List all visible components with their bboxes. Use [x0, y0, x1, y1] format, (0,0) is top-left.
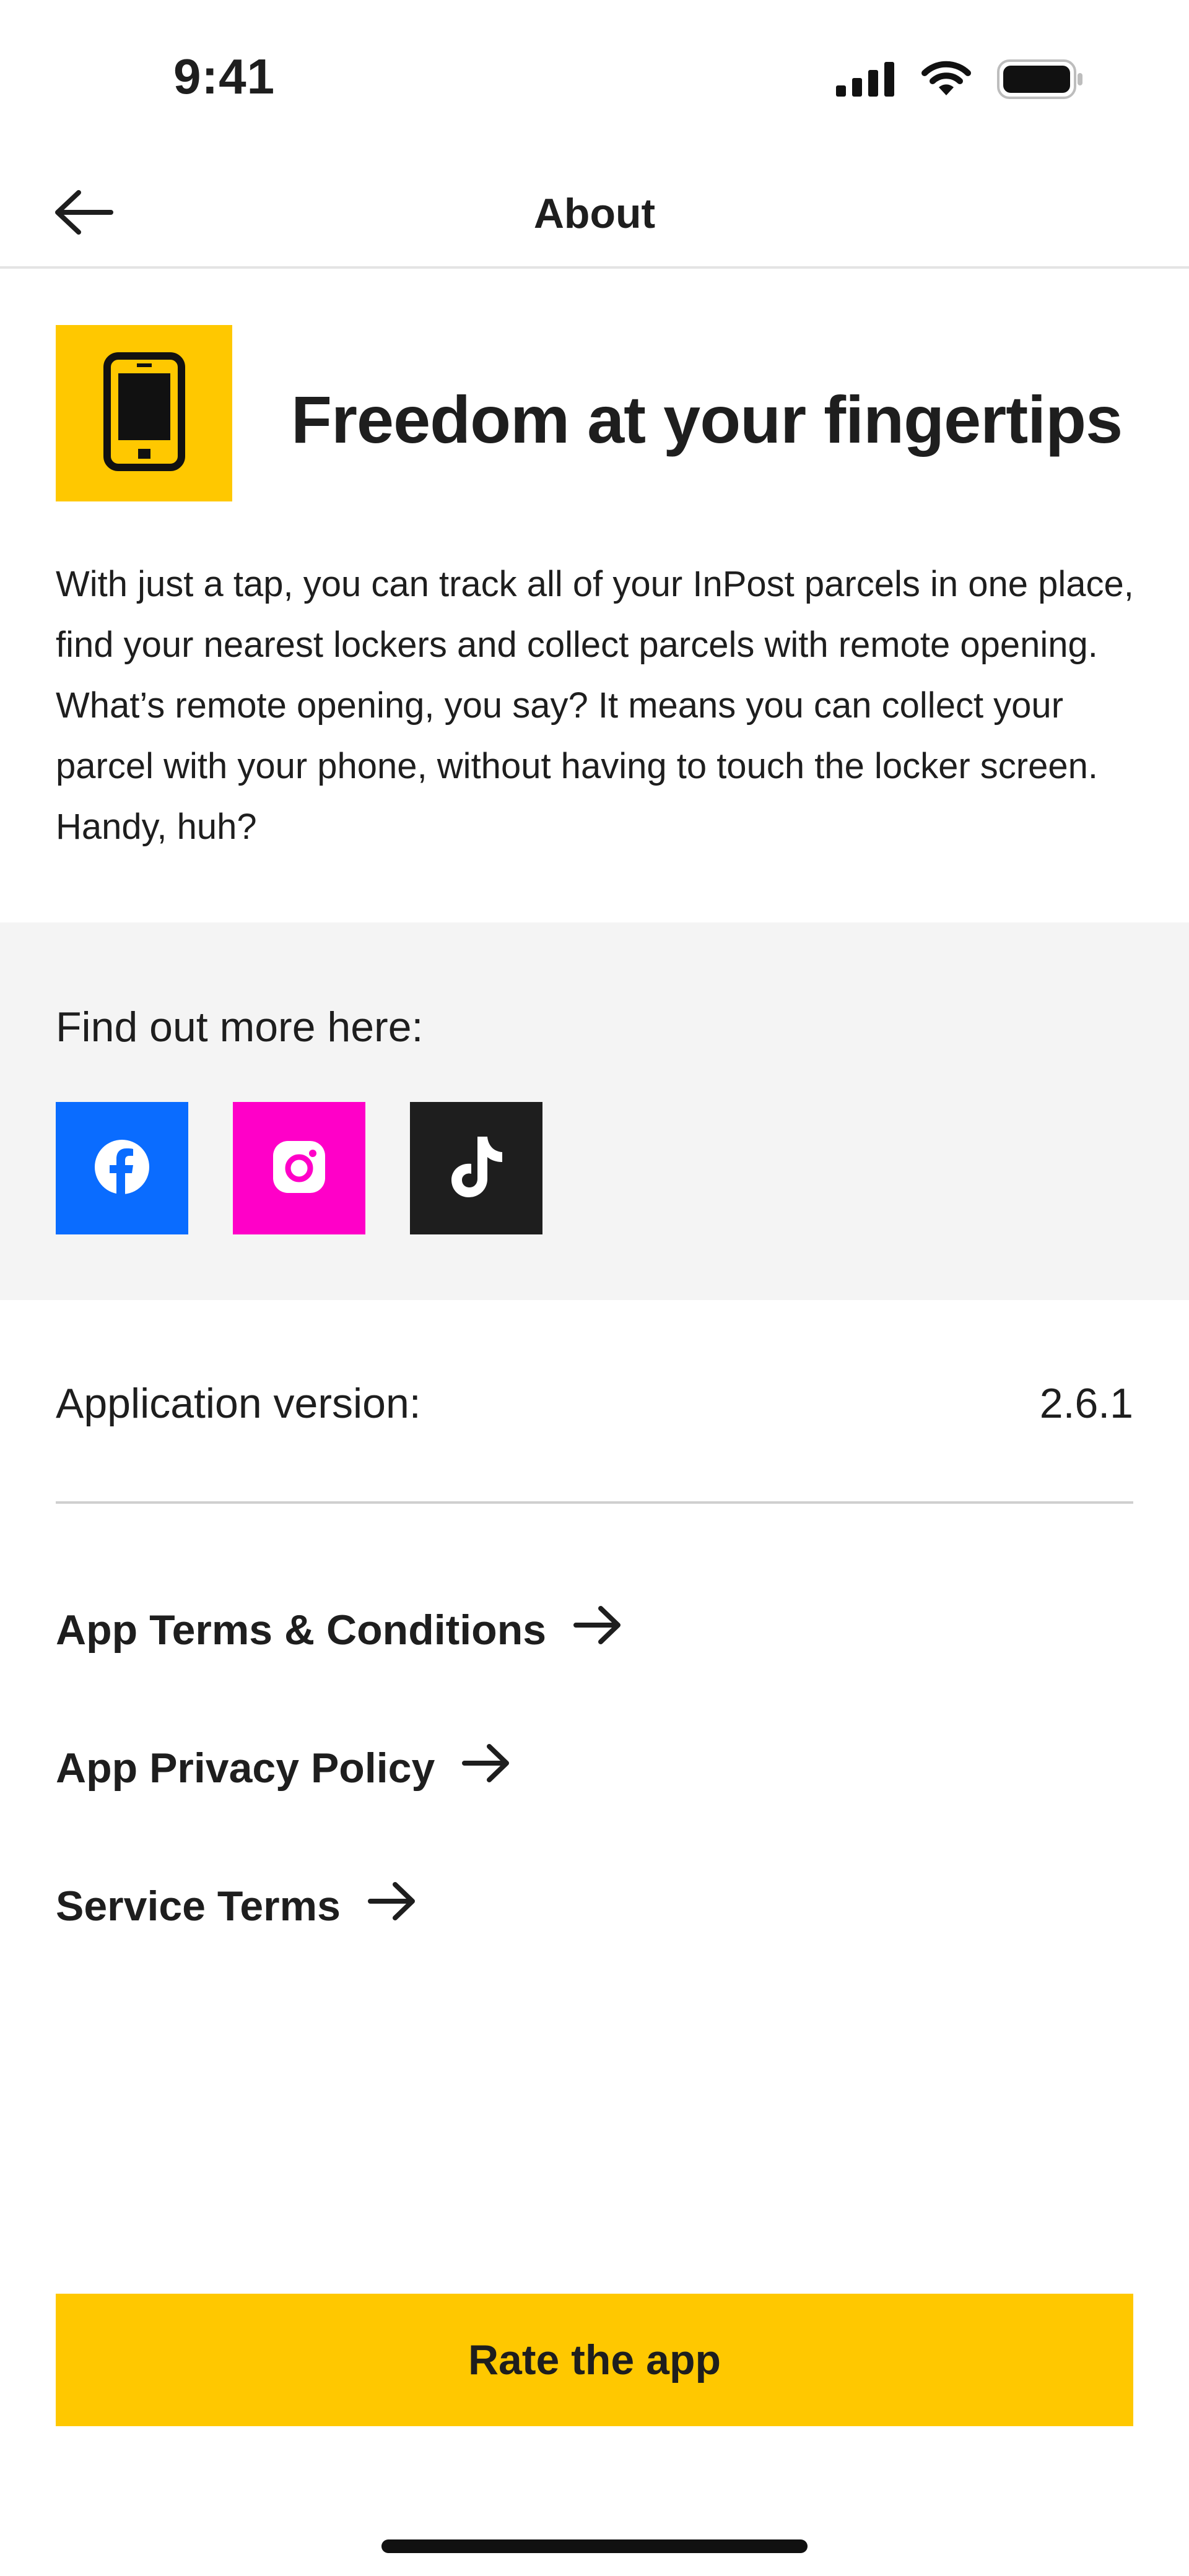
back-button[interactable]	[50, 180, 118, 248]
arrow-right-icon	[573, 1603, 623, 1657]
hero-title: Freedom at your fingertips	[291, 382, 1123, 457]
battery-icon	[997, 59, 1084, 102]
link-label: Service Terms	[56, 1883, 341, 1930]
phone-icon	[101, 350, 188, 477]
tiktok-button[interactable]	[410, 1102, 542, 1234]
app-terms-link[interactable]: App Terms & Conditions	[56, 1603, 623, 1657]
arrow-right-icon	[367, 1880, 417, 1933]
social-label: Find out more here:	[56, 1004, 424, 1051]
status-time: 9:41	[173, 49, 276, 104]
hero-description: With just a tap, you can track all of yo…	[56, 564, 1134, 847]
instagram-button[interactable]	[233, 1102, 365, 1234]
hero-phone-badge	[56, 325, 232, 501]
wifi-icon	[920, 61, 972, 101]
facebook-icon	[92, 1137, 152, 1200]
rate-app-button[interactable]: Rate the app	[56, 2294, 1133, 2426]
arrow-left-icon	[53, 188, 115, 240]
social-links	[56, 1102, 542, 1234]
app-privacy-link[interactable]: App Privacy Policy	[56, 1741, 512, 1795]
version-value: 2.6.1	[1039, 1380, 1133, 1427]
social-section: Find out more here:	[0, 922, 1189, 1300]
link-label: App Privacy Policy	[56, 1745, 435, 1792]
version-label: Application version:	[56, 1380, 421, 1427]
service-terms-link[interactable]: Service Terms	[56, 1880, 417, 1933]
status-icons	[836, 59, 1084, 102]
link-label: App Terms & Conditions	[56, 1607, 547, 1654]
tiktok-icon	[446, 1133, 506, 1204]
instagram-icon	[269, 1137, 329, 1200]
facebook-button[interactable]	[56, 1102, 188, 1234]
page-title: About	[533, 190, 656, 237]
home-indicator	[381, 2539, 808, 2553]
arrow-right-icon	[462, 1741, 512, 1795]
signal-icon	[836, 62, 895, 100]
divider	[56, 1501, 1133, 1504]
nav-bar: About	[0, 161, 1189, 269]
